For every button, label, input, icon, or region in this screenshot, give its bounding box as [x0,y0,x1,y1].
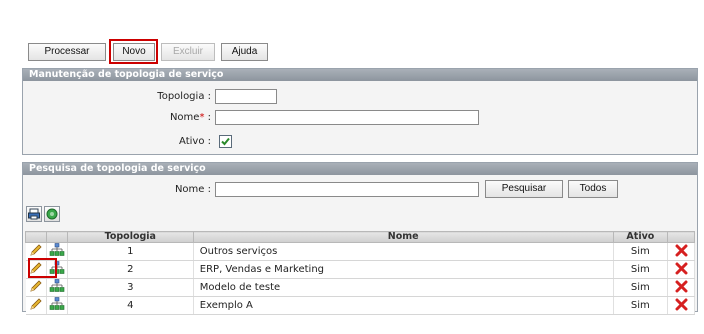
nome-column-header[interactable]: Nome [192,231,614,243]
edit-column-header [25,231,47,243]
delete-icon[interactable] [675,298,688,314]
processar-button[interactable]: Processar [28,43,106,61]
table-row[interactable]: 4 Exemplo A Sim [25,296,695,315]
ativo-column-header[interactable]: Ativo [612,231,669,243]
results-table: Topologia Nome Ativo 1 Outros serviços Sim… [25,231,695,315]
search-nome-input[interactable] [215,182,479,197]
delete-icon[interactable] [675,280,688,296]
table-row[interactable]: 2 ERP, Vendas e Marketing Sim [25,260,695,279]
nome-label: Nome* : [169,112,211,123]
topologia-column-header[interactable]: Topologia [66,231,194,243]
search-nome-label: Nome : [174,184,211,195]
delete-column-header [667,231,695,243]
edit-icon[interactable] [29,298,43,314]
edit-icon[interactable] [29,280,43,296]
checkmark-icon [221,137,230,146]
delete-icon[interactable] [675,244,688,260]
maintenance-title: Manutenção de topologia de serviço [23,69,697,81]
table-row[interactable]: 1 Outros serviços Sim [25,242,695,261]
topologia-cell: 4 [67,296,194,315]
ativo-checkbox[interactable] [219,135,232,148]
ativo-cell: Sim [613,242,669,261]
delete-icon[interactable] [675,262,688,278]
search-panel: Pesquisa de topologia de serviço Nome : … [22,162,698,315]
export-icon[interactable] [44,206,60,222]
edit-icon[interactable] [29,244,43,260]
ativo-label: Ativo : [179,136,211,147]
table-row[interactable]: 3 Modelo de teste Sim [25,278,695,297]
search-title: Pesquisa de topologia de serviço [23,163,697,175]
novo-button[interactable]: Novo [113,43,155,61]
topology-tree-icon[interactable] [49,243,65,260]
nome-cell: Modelo de teste [193,278,614,297]
nome-input[interactable] [215,110,479,125]
topologia-label: Topologia : [157,91,211,102]
edit-icon[interactable] [29,262,43,278]
topology-tree-icon[interactable] [49,279,65,296]
topologia-cell: 1 [67,242,194,261]
nome-cell: ERP, Vendas e Marketing [193,260,614,279]
ativo-cell: Sim [613,296,669,315]
topologia-cell: 2 [67,260,194,279]
nome-cell: Exemplo A [193,296,614,315]
print-icon[interactable] [26,206,42,222]
topology-tree-icon[interactable] [49,297,65,314]
table-header-row: Topologia Nome Ativo [25,231,695,243]
topology-tree-icon[interactable] [49,261,65,278]
topologia-cell: 3 [67,278,194,297]
nome-cell: Outros serviços [193,242,614,261]
todos-button[interactable]: Todos [568,180,618,198]
tree-column-header [45,231,68,243]
maintenance-panel: Manutenção de topologia de serviço Topol… [22,68,698,155]
ativo-cell: Sim [613,260,669,279]
pesquisar-button[interactable]: Pesquisar [485,180,563,198]
topologia-input[interactable] [215,89,277,104]
excluir-button[interactable]: Excluir [161,43,215,61]
ajuda-button[interactable]: Ajuda [221,43,268,61]
ativo-cell: Sim [613,278,669,297]
